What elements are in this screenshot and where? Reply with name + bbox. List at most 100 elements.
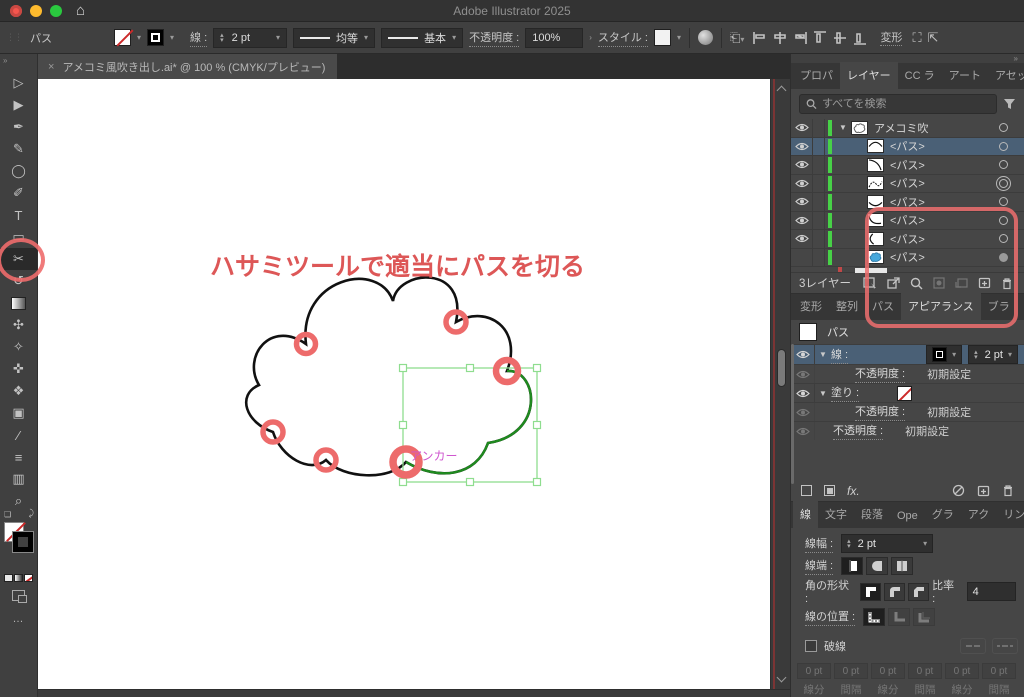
controlbar-grip[interactable]: ⋮⋮ <box>6 32 23 43</box>
gradient-button[interactable] <box>14 574 23 582</box>
swap-fill-stroke-icon[interactable]: ⤸ <box>29 508 34 519</box>
opacity-link[interactable]: 不透明度 : <box>855 365 906 384</box>
duplicate-item-icon[interactable] <box>977 485 990 497</box>
lock-toggle[interactable] <box>813 174 825 192</box>
layer-thumbnail[interactable] <box>867 213 884 228</box>
vertical-scroll-thumb[interactable] <box>777 349 786 387</box>
bevel-join-button[interactable] <box>908 582 930 601</box>
transform-link[interactable]: 変形 <box>880 29 903 46</box>
layers-hscroll-thumb[interactable] <box>855 268 887 273</box>
document-setup-icon[interactable] <box>698 30 714 45</box>
visibility-eye-icon[interactable] <box>791 248 813 266</box>
layer-row[interactable]: <パス> <box>791 193 1024 212</box>
layer-row[interactable]: <パス> <box>791 248 1024 267</box>
visibility-eye-icon[interactable] <box>791 174 813 192</box>
visibility-eye-icon[interactable] <box>791 193 813 211</box>
visibility-eye-icon[interactable] <box>791 365 815 384</box>
projecting-cap-button[interactable] <box>891 556 914 575</box>
layer-name[interactable]: アメコミ吹 <box>874 120 993 136</box>
selection-tool-icon[interactable]: ▷ <box>0 72 37 94</box>
layer-name[interactable]: <パス> <box>890 175 993 191</box>
collect-for-export-icon[interactable] <box>863 277 877 290</box>
symbol-sprayer-tool-icon[interactable]: ❖ <box>0 380 37 402</box>
layer-name[interactable]: <パス> <box>890 231 993 247</box>
round-join-button[interactable] <box>884 582 906 601</box>
opacity-link[interactable]: 不透明度 : <box>855 403 906 422</box>
layers-tab-1[interactable]: プロパ <box>793 62 840 89</box>
stroke-weight-value[interactable]: 2 pt <box>858 538 876 550</box>
width-profile-dropdown[interactable]: 均等 ▾ <box>293 27 376 48</box>
stroke-color-chip[interactable]: ▾ <box>926 345 963 365</box>
opacity-value[interactable]: 100% <box>532 32 560 44</box>
stroke-weight-stepper[interactable]: ▴ ▾ <box>220 32 224 44</box>
visibility-eye-icon[interactable] <box>791 230 813 248</box>
isolate-selection-icon[interactable]: ⇱ <box>928 30 939 46</box>
layer-thumbnail[interactable] <box>867 157 884 172</box>
opacity-link[interactable]: 不透明度 : <box>833 422 884 441</box>
dash-align-button[interactable] <box>992 638 1018 655</box>
visibility-eye-icon[interactable] <box>791 211 813 229</box>
visibility-eye-icon[interactable] <box>791 156 813 174</box>
appearance-fill-opacity-row[interactable]: 不透明度 : 初期設定 <box>791 402 1024 422</box>
visibility-eye-icon[interactable] <box>791 422 815 441</box>
stroke-indicator[interactable] <box>12 531 34 553</box>
fill-dropdown-icon[interactable]: ▾ <box>137 33 141 42</box>
layers-tab-3[interactable]: CC ラ <box>898 62 942 89</box>
appearance-tab-6[interactable]: シン <box>1017 293 1024 320</box>
tools-collapse-icon[interactable]: » <box>0 54 37 72</box>
locate-object-icon[interactable] <box>910 277 923 290</box>
stroke-weight-label[interactable]: 線幅 : <box>805 535 834 553</box>
type-tool-icon[interactable]: T <box>0 204 37 226</box>
layer-row[interactable]: <パス> <box>791 174 1024 193</box>
layer-row[interactable]: <パス> <box>791 230 1024 249</box>
layer-name[interactable]: <パス> <box>890 194 993 210</box>
dock-scroll-thumb[interactable] <box>791 344 794 484</box>
stroke-weight-field[interactable]: ▴ ▾ 2 pt ▾ <box>841 534 934 554</box>
appearance-object-opacity-row[interactable]: 不透明度 : 初期設定 <box>791 421 1024 441</box>
scissors-tool-icon[interactable]: ✂ <box>0 248 37 270</box>
dash-segment-value[interactable]: 0 pt <box>982 663 1016 680</box>
ratio-value[interactable]: 4 <box>973 586 979 598</box>
dash-segment-value[interactable]: 0 pt <box>908 663 942 680</box>
dash-segment-value[interactable]: 0 pt <box>871 663 905 680</box>
layer-thumbnail[interactable] <box>867 139 884 154</box>
align-stroke-outside-button[interactable] <box>913 608 936 627</box>
layer-name[interactable]: <パス> <box>890 138 993 154</box>
target-circle-icon[interactable] <box>993 234 1013 244</box>
layers-hscrollbar[interactable] <box>791 267 1024 274</box>
layers-tab-4[interactable]: アート <box>942 62 988 89</box>
stroke-color-swatch[interactable] <box>147 29 165 46</box>
delete-item-icon[interactable] <box>1002 484 1014 497</box>
target-circle-icon[interactable] <box>993 215 1013 225</box>
lock-toggle[interactable] <box>813 156 825 174</box>
appearance-tab-3[interactable]: パス <box>865 293 901 320</box>
style-dropdown-icon[interactable]: ▾ <box>677 33 681 42</box>
visibility-eye-icon[interactable] <box>791 345 815 365</box>
filter-icon[interactable] <box>1003 98 1016 110</box>
opacity-label[interactable]: 不透明度 : <box>469 29 520 47</box>
align-hcenter-icon[interactable] <box>773 31 787 45</box>
appearance-stroke-row[interactable]: ▼ 線 : ▾ ▴ ▾ 2 pt ▾ <box>791 344 1024 365</box>
layer-row[interactable]: <パス> <box>791 211 1024 230</box>
layers-search-box[interactable] <box>799 94 997 114</box>
add-effect-icon[interactable]: fx. <box>847 484 860 498</box>
appearance-stroke-width-field[interactable]: ▴ ▾ 2 pt ▾ <box>968 345 1018 365</box>
opacity-panel-icon[interactable]: › <box>589 33 592 42</box>
target-circle-icon[interactable] <box>993 160 1013 170</box>
align-right-icon[interactable] <box>793 31 808 45</box>
export-icon[interactable] <box>887 277 900 289</box>
brush-definition-dropdown[interactable]: 基本 ▾ <box>381 27 464 48</box>
stroke-tab-2[interactable]: 文字 <box>818 501 854 528</box>
stroke-tab-7[interactable]: リン <box>996 501 1024 528</box>
stroke-weight-field[interactable]: ▴ ▾ 2 pt ▾ <box>213 27 288 48</box>
visibility-eye-icon[interactable] <box>791 119 813 137</box>
pen-tool-icon[interactable]: ✒ <box>0 116 37 138</box>
visibility-eye-icon[interactable] <box>791 137 813 155</box>
stroke-item-label[interactable]: 線 : <box>831 346 849 364</box>
align-stroke-inside-button[interactable] <box>888 608 911 627</box>
layer-thumbnail[interactable] <box>867 250 884 265</box>
layer-name[interactable]: <パス> <box>890 157 993 173</box>
brush-dropdown-icon[interactable]: ▾ <box>452 33 456 42</box>
width-profile-dropdown-icon[interactable]: ▾ <box>364 33 368 42</box>
canvas[interactable]: ハサミツールで適当にパスを切る アンカー <box>38 79 790 689</box>
